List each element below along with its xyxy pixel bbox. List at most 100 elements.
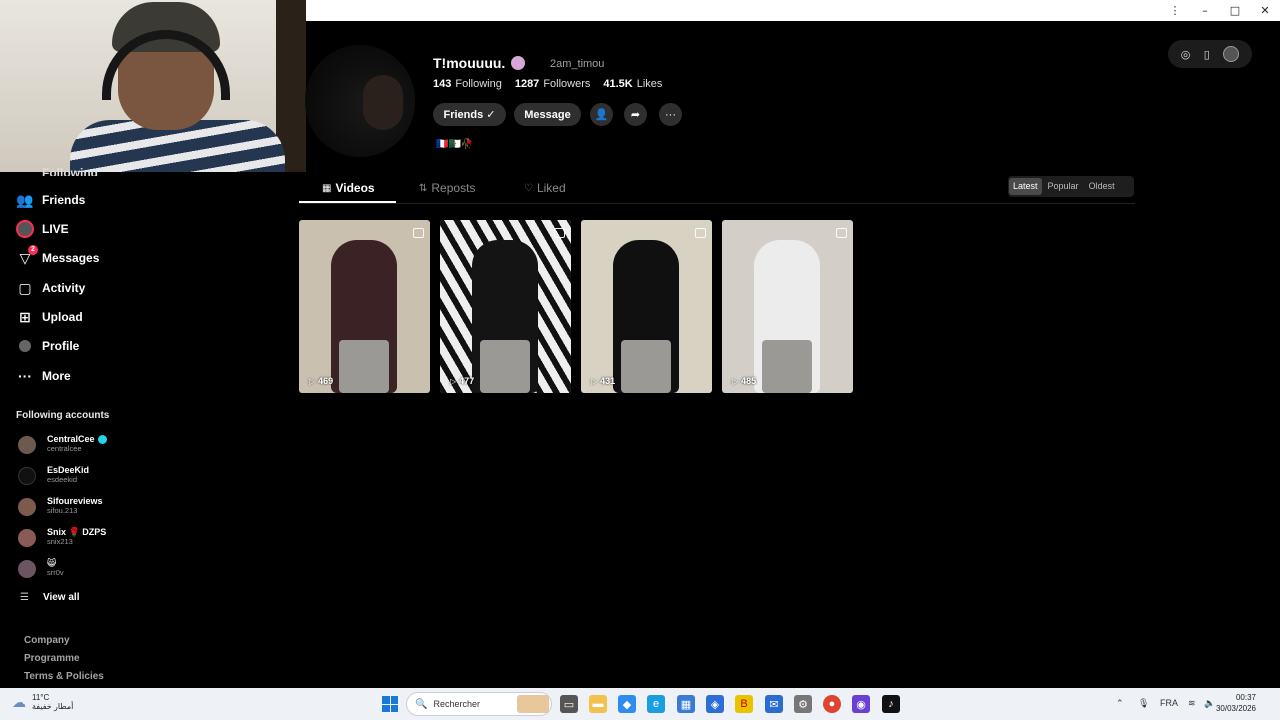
sidebar-item-more[interactable]: ··· More (16, 366, 71, 386)
window-titlebar: ⋮ – □ ✕ (306, 0, 1280, 21)
mail-icon[interactable]: ✉ (765, 695, 783, 713)
clock[interactable]: 00:37 30/03/2026 (1216, 692, 1256, 714)
message-button[interactable]: Message (514, 103, 581, 126)
play-icon: ▷ (591, 376, 598, 386)
avatar (18, 560, 36, 578)
view-all-label: View all (42, 592, 80, 603)
video-thumbnail[interactable]: ▷ 485 (722, 220, 853, 393)
copilot-icon[interactable]: ◆ (618, 695, 636, 713)
photo-icon (554, 228, 565, 238)
sidebar-item-activity[interactable]: ▢ Activity (16, 278, 85, 298)
profile-icon (16, 337, 34, 355)
tab-reposts[interactable]: ⇅ Reposts (419, 181, 475, 195)
sidebar-item-profile[interactable]: Profile (16, 336, 79, 356)
sidebar-item-label: Activity (42, 281, 86, 295)
coins-icon[interactable]: ◎ (1181, 48, 1191, 61)
likes-stat: 41.5K Likes (603, 78, 663, 90)
sort-popular[interactable]: Popular (1044, 178, 1083, 195)
following-stat[interactable]: 143 Following (433, 78, 502, 90)
video-thumbnail[interactable]: ▷ 477 (440, 220, 571, 393)
language-indicator[interactable]: FRA (1160, 698, 1178, 708)
tab-label: Reposts (431, 181, 476, 195)
footer-link-programme[interactable]: Programme (24, 653, 80, 664)
top-right-toolbar: ◎ ▯ (1168, 40, 1252, 68)
account-username: esdeekid (47, 475, 78, 484)
video-subject-legs (480, 340, 530, 393)
windows-taskbar: ☁ 11°C أمطار خفيفة 🔍 Rechercher ▭ ▬ ◆ e … (0, 688, 1280, 720)
video-views: ▷ 431 (591, 376, 616, 386)
account-username: snix213 (47, 537, 73, 546)
list-icon: ☰ (20, 592, 29, 603)
clock-time: 00:37 (1235, 693, 1256, 702)
microphone-icon[interactable]: 🎙 (1138, 698, 1149, 709)
device-icon[interactable]: ▯ (1204, 48, 1210, 61)
sidebar-item-upload[interactable]: ⊞ Upload (16, 307, 83, 327)
followers-stat[interactable]: 1287 Followers (515, 78, 591, 90)
store-icon[interactable]: ▦ (677, 695, 695, 713)
sidebar-item-label: LIVE (42, 222, 69, 236)
edge-icon[interactable]: e (647, 695, 665, 713)
video-subject-legs (339, 340, 389, 393)
tab-videos[interactable]: ▦ Videos (322, 181, 375, 195)
maximize-button[interactable]: □ (1220, 0, 1250, 21)
close-button[interactable]: ✕ (1250, 0, 1280, 21)
sort-oldest[interactable]: Oldest (1085, 178, 1119, 195)
video-views: ▷ 477 (450, 376, 475, 386)
live-icon (16, 220, 34, 238)
active-tab-underline (299, 201, 396, 203)
footer-link-terms[interactable]: Terms & Policies (24, 671, 104, 682)
volume-icon[interactable]: 🔈 (1204, 698, 1215, 709)
more-options-icon[interactable]: ··· (659, 103, 682, 126)
tiktok-icon[interactable]: ♪ (882, 695, 900, 713)
play-icon: ▷ (309, 376, 316, 386)
sort-toggle: Latest Popular Oldest (1008, 176, 1134, 197)
share-icon[interactable]: ➦ (624, 103, 647, 126)
video-thumbnail[interactable]: ▷ 431 (581, 220, 712, 393)
footer-link-company[interactable]: Company (24, 635, 70, 646)
weather-temperature: 11°C (32, 693, 50, 702)
app-icon[interactable]: B (735, 695, 753, 713)
tab-liked[interactable]: ♡ Liked (524, 181, 566, 195)
sidebar-item-label: Upload (42, 310, 83, 324)
add-friend-icon[interactable]: 👤 (590, 103, 613, 126)
chevron-up-icon[interactable]: ⌃ (1116, 698, 1124, 709)
weather-widget[interactable]: ☁ 11°C أمطار خفيفة (12, 693, 73, 711)
discord-icon[interactable]: ◉ (852, 695, 870, 713)
friends-button[interactable]: Friends ✓ (433, 103, 506, 126)
wifi-icon[interactable]: ≋ (1188, 698, 1196, 709)
profile-avatar[interactable] (305, 45, 415, 157)
following-account[interactable]: 😸 srr0v (18, 558, 64, 578)
windows-start-icon[interactable] (382, 696, 398, 712)
following-account[interactable]: EsDeeKid esdeekid (18, 465, 89, 485)
activity-icon: ▢ (18, 279, 32, 296)
sidebar-item-messages[interactable]: ▽ 2 Messages (16, 245, 99, 268)
file-explorer-icon[interactable]: ▬ (589, 695, 607, 713)
minimize-button[interactable]: – (1190, 0, 1220, 21)
vpn-icon[interactable]: ◈ (706, 695, 724, 713)
video-thumbnail[interactable]: ▷ 469 (299, 220, 430, 393)
webcam-overlay (0, 0, 306, 172)
following-account[interactable]: Sifoureviews sifou.213 (18, 496, 103, 516)
sidebar-item-following-partial[interactable]: Following (42, 166, 98, 176)
video-views: ▷ 469 (309, 376, 334, 386)
display-name-text: T!mouuuu. (433, 55, 506, 71)
settings-icon[interactable]: ⚙ (794, 695, 812, 713)
view-all-button[interactable]: ☰ View all (20, 592, 79, 603)
flower-emoji-icon (511, 56, 526, 70)
following-account[interactable]: Snix 🌹 DZPS snix213 (18, 527, 106, 547)
menu-button[interactable]: ⋮ (1160, 0, 1190, 21)
sidebar-item-label: Profile (42, 339, 80, 353)
avatar (18, 436, 36, 454)
sort-latest[interactable]: Latest (1009, 178, 1042, 195)
sidebar-item-live[interactable]: LIVE (16, 219, 69, 239)
account-username: srr0v (47, 568, 64, 577)
user-avatar-icon[interactable] (1223, 46, 1240, 62)
profile-display-name: T!mouuuu. (433, 55, 526, 71)
profile-username: 2am_timou (550, 58, 605, 70)
widget-icon[interactable] (517, 695, 549, 713)
task-view-icon[interactable]: ▭ (560, 695, 578, 713)
following-account[interactable]: CentralCee centralcee (18, 434, 107, 454)
chrome-icon[interactable]: ● (823, 695, 841, 713)
sidebar-item-friends[interactable]: 👥 Friends (16, 190, 85, 210)
upload-icon: ⊞ (19, 308, 31, 325)
